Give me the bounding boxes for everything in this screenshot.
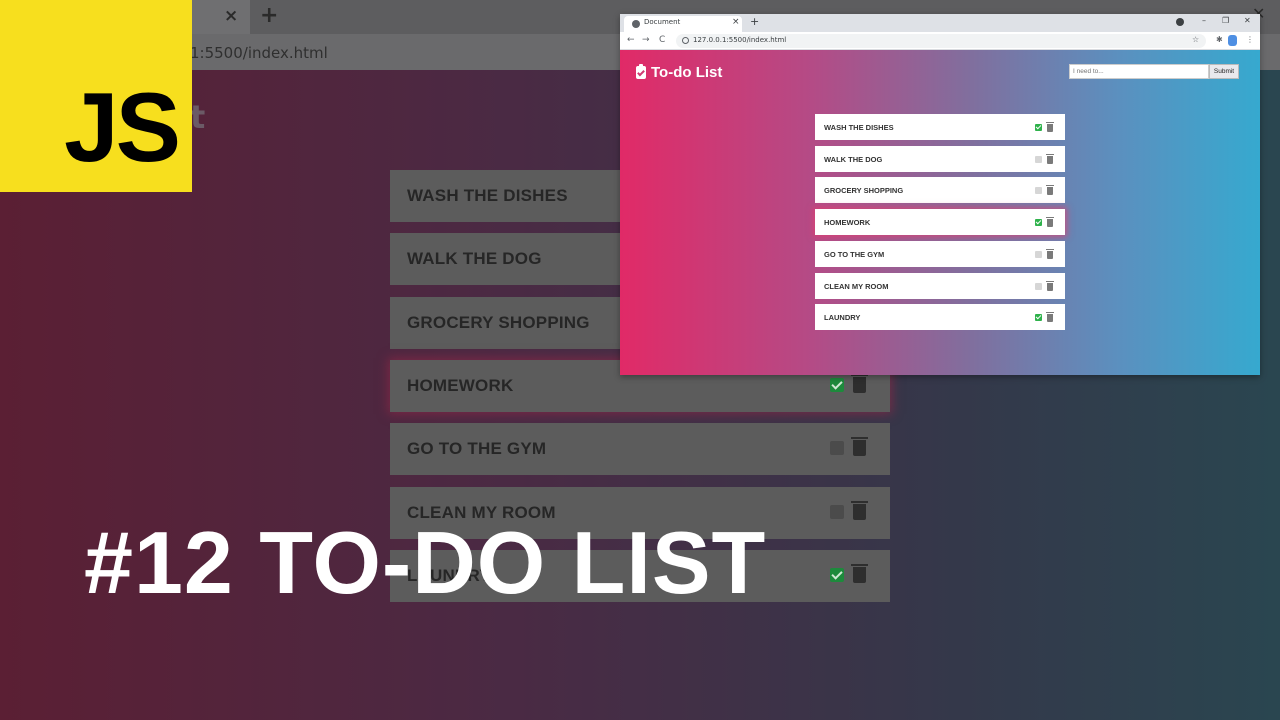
globe-icon xyxy=(632,20,640,28)
bg-todo-item-label: WASH THE DISHES xyxy=(407,186,568,205)
profile-extension-icon[interactable] xyxy=(1228,35,1237,46)
bg-check-icon[interactable] xyxy=(830,441,844,456)
bg-check-icon[interactable] xyxy=(830,377,844,392)
record-icon[interactable] xyxy=(1176,18,1184,26)
todo-item-label: LAUNDRY xyxy=(824,313,861,323)
browser-toolbar: ← → C 127.0.0.1:5500/index.html ☆ ✱ ⋮ xyxy=(620,32,1260,50)
todo-item[interactable]: GROCERY SHOPPING xyxy=(815,177,1065,204)
js-logo-text: JS xyxy=(64,72,181,182)
trash-icon[interactable] xyxy=(1046,280,1054,291)
trash-icon[interactable] xyxy=(1046,217,1054,228)
tab-title: Document xyxy=(644,18,681,26)
bg-todo-item-label: GO TO THE GYM xyxy=(407,439,547,459)
todo-item-label: GO TO THE GYM xyxy=(824,249,885,259)
check-icon[interactable] xyxy=(1035,314,1042,322)
trash-icon[interactable] xyxy=(1046,185,1054,196)
bg-trash-icon[interactable] xyxy=(851,563,868,583)
check-icon[interactable] xyxy=(1035,250,1042,258)
todo-item-label: CLEAN MY ROOM xyxy=(824,281,889,291)
forward-button[interactable]: → xyxy=(642,35,650,45)
check-icon[interactable] xyxy=(1035,124,1042,131)
todo-input[interactable] xyxy=(1069,64,1209,79)
todo-item[interactable]: WASH THE DISHES xyxy=(815,114,1065,140)
trash-icon[interactable] xyxy=(1046,122,1054,132)
minimize-button[interactable]: – xyxy=(1202,16,1206,25)
bg-todo-item[interactable]: GO TO THE GYM xyxy=(390,423,890,476)
todo-item[interactable]: WALK THE DOG xyxy=(815,145,1065,172)
submit-button[interactable]: Submit xyxy=(1209,64,1239,79)
bookmark-star-icon[interactable]: ☆ xyxy=(1192,35,1199,44)
back-button[interactable]: ← xyxy=(627,35,635,45)
url-text: 127.0.0.1:5500/index.html xyxy=(693,36,787,44)
video-headline: #12 TO-DO LIST xyxy=(84,513,767,612)
trash-icon[interactable] xyxy=(1046,153,1054,164)
bg-todo-item-label: WALK THE DOG xyxy=(407,249,542,269)
todo-item-label: WASH THE DISHES xyxy=(824,123,894,132)
todo-item-label: HOMEWORK xyxy=(824,218,871,228)
todo-item[interactable]: GO TO THE GYM xyxy=(815,240,1065,267)
bg-check-icon[interactable] xyxy=(830,504,844,519)
check-icon[interactable] xyxy=(1035,282,1042,290)
todo-item-label: GROCERY SHOPPING xyxy=(824,186,904,196)
bg-check-icon[interactable] xyxy=(830,567,844,582)
close-window-button[interactable]: ✕ xyxy=(1244,16,1251,25)
check-icon[interactable] xyxy=(1035,187,1042,195)
bg-trash-icon[interactable] xyxy=(851,500,868,520)
bg-trash-icon[interactable] xyxy=(851,373,868,393)
site-info-icon[interactable] xyxy=(682,37,689,44)
check-icon[interactable] xyxy=(1035,155,1042,163)
bg-new-tab-icon: + xyxy=(260,3,279,28)
bg-trash-icon[interactable] xyxy=(851,437,868,457)
app-page: To-do List Submit WASH THE DISHES WALK TH… xyxy=(620,50,1260,375)
js-logo: JS xyxy=(0,0,192,192)
new-tab-button[interactable]: + xyxy=(750,15,759,28)
tab-strip: Document × + – ❐ ✕ xyxy=(620,14,1260,32)
trash-icon[interactable] xyxy=(1046,248,1054,259)
tab-close-icon[interactable]: × xyxy=(732,17,740,27)
bg-todo-item-label: HOMEWORK xyxy=(407,375,514,395)
todo-item[interactable]: HOMEWORK xyxy=(815,209,1065,236)
clipboard-check-icon xyxy=(636,64,646,79)
trash-icon[interactable] xyxy=(1046,312,1054,323)
menu-icon[interactable]: ⋮ xyxy=(1246,35,1254,44)
tab-document[interactable]: Document × xyxy=(624,16,742,32)
app-title: To-do List xyxy=(636,64,722,81)
reload-button[interactable]: C xyxy=(659,35,665,45)
bg-todo-item-label: GROCERY SHOPPING xyxy=(407,312,590,332)
bg-url-text: 1:5500/index.html xyxy=(190,44,328,62)
todo-item-label: WALK THE DOG xyxy=(824,154,883,164)
todo-item[interactable]: LAUNDRY xyxy=(815,304,1065,331)
todo-item[interactable]: CLEAN MY ROOM xyxy=(815,272,1065,299)
address-bar[interactable]: 127.0.0.1:5500/index.html xyxy=(676,34,1206,48)
restore-button[interactable]: ❐ xyxy=(1222,16,1229,25)
extensions-icon[interactable]: ✱ xyxy=(1216,35,1223,44)
browser-window: Document × + – ❐ ✕ ← → C 127.0.0.1:5500/… xyxy=(620,14,1260,375)
app-title-text: To-do List xyxy=(651,64,723,81)
bg-tab-close-icon: × xyxy=(224,6,239,26)
check-icon[interactable] xyxy=(1035,219,1042,227)
